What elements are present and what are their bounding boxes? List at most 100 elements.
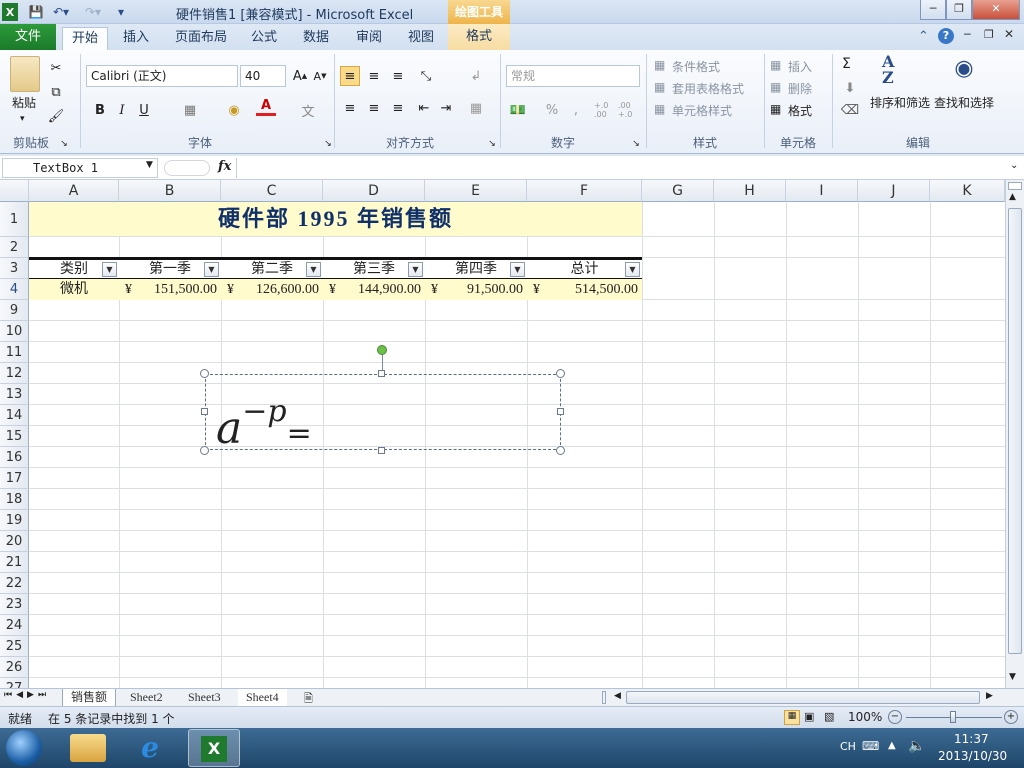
sheet-title-cell[interactable]: 硬件部 1995 年销售额: [29, 202, 642, 236]
excel-taskbar-button[interactable]: X: [188, 729, 240, 767]
start-button[interactable]: [6, 730, 42, 766]
undo-icon[interactable]: ↶▾: [50, 3, 72, 21]
resize-handle-w[interactable]: [201, 408, 208, 415]
row-header-20[interactable]: 20: [0, 531, 29, 552]
fill-color-icon[interactable]: ◉: [224, 100, 244, 120]
select-all-corner[interactable]: [0, 180, 29, 202]
decrease-indent-icon[interactable]: ⇤: [414, 98, 434, 118]
minimize-ribbon-icon[interactable]: ⌃: [918, 29, 929, 44]
tab-page-layout[interactable]: 页面布局: [170, 27, 232, 50]
row-header-10[interactable]: 10: [0, 321, 29, 342]
row-header-21[interactable]: 21: [0, 552, 29, 573]
column-header-g[interactable]: G: [642, 180, 714, 202]
autosum-button[interactable]: Σ: [842, 56, 851, 72]
split-box[interactable]: [1008, 182, 1022, 190]
row-header-16[interactable]: 16: [0, 447, 29, 468]
underline-button[interactable]: U: [134, 100, 154, 120]
tab-split-handle[interactable]: [602, 691, 606, 704]
resize-handle-ne[interactable]: [556, 369, 565, 378]
row-header-17[interactable]: 17: [0, 468, 29, 489]
increase-decimal-button[interactable]: +.0 .00: [594, 100, 618, 120]
insert-cells-button[interactable]: 插入: [788, 58, 812, 75]
number-format-select[interactable]: 常规: [506, 65, 640, 87]
data-cell-q4[interactable]: 91,500.00: [442, 279, 523, 300]
expand-formula-icon[interactable]: ⌄: [1010, 160, 1018, 171]
format-as-table-button[interactable]: 套用表格格式: [672, 80, 744, 97]
percent-button[interactable]: %: [542, 100, 562, 120]
font-name-select[interactable]: Calibri (正文): [86, 65, 238, 87]
scroll-right-icon[interactable]: ▶: [986, 691, 993, 701]
column-header-j[interactable]: J: [858, 180, 930, 202]
data-cell-q3[interactable]: 144,900.00: [340, 279, 421, 300]
filter-dropdown-icon[interactable]: ▼: [510, 262, 525, 277]
italic-button[interactable]: I: [112, 100, 132, 120]
number-launcher-icon[interactable]: ↘: [626, 134, 646, 154]
comma-button[interactable]: ,: [566, 100, 586, 120]
insert-function-button[interactable]: fx: [218, 159, 231, 174]
find-select-button[interactable]: 查找和选择: [934, 94, 994, 111]
align-middle-icon[interactable]: ≡: [364, 66, 384, 86]
normal-view-icon[interactable]: ▦: [784, 710, 800, 725]
decrease-decimal-button[interactable]: .00 +.0: [618, 100, 642, 120]
font-launcher-icon[interactable]: ↘: [318, 134, 338, 154]
sort-filter-button[interactable]: 排序和筛选: [870, 94, 930, 111]
vertical-scrollbar[interactable]: ▲ ▼: [1005, 180, 1024, 688]
column-header-d[interactable]: D: [323, 180, 425, 202]
doc-minimize-icon[interactable]: ─: [964, 28, 971, 41]
filter-dropdown-icon[interactable]: ▼: [408, 262, 423, 277]
name-box[interactable]: TextBox 1: [2, 158, 158, 178]
internet-explorer-icon[interactable]: e: [132, 732, 168, 764]
page-break-view-icon[interactable]: ▧: [824, 710, 834, 723]
merge-center-icon[interactable]: ▦: [466, 98, 486, 118]
resize-handle-s[interactable]: [378, 447, 385, 454]
row-header-22[interactable]: 22: [0, 573, 29, 594]
data-cell-q1[interactable]: 151,500.00: [136, 279, 217, 300]
equation-textbox[interactable]: a−p=: [205, 374, 561, 454]
tab-view[interactable]: 视图: [400, 27, 442, 50]
column-header-i[interactable]: I: [786, 180, 858, 202]
minimize-button[interactable]: ─: [920, 0, 946, 20]
sheet-tab-sales[interactable]: 销售额: [62, 689, 117, 707]
zoom-slider-thumb[interactable]: [950, 711, 956, 723]
excel-logo-icon[interactable]: X: [2, 3, 18, 21]
row-header-27[interactable]: 27: [0, 678, 29, 688]
resize-handle-nw[interactable]: [200, 369, 209, 378]
orientation-icon[interactable]: ⤡: [416, 66, 436, 86]
grow-font-icon[interactable]: A ▲: [290, 66, 310, 86]
cut-icon[interactable]: ✂: [46, 58, 66, 78]
column-header-c[interactable]: C: [221, 180, 323, 202]
column-header-h[interactable]: H: [714, 180, 786, 202]
align-left-icon[interactable]: ≡: [340, 98, 360, 118]
row-header-18[interactable]: 18: [0, 489, 29, 510]
column-header-b[interactable]: B: [119, 180, 221, 202]
wrap-text-icon[interactable]: ↲: [466, 66, 486, 86]
shrink-font-icon[interactable]: A ▼: [310, 66, 330, 86]
font-color-icon[interactable]: A: [256, 98, 276, 116]
formula-input[interactable]: [236, 158, 1008, 178]
align-bottom-icon[interactable]: ≡: [388, 66, 408, 86]
customize-quickaccess-icon[interactable]: ▾: [116, 3, 126, 21]
conditional-format-button[interactable]: 条件格式: [672, 58, 720, 75]
align-top-icon[interactable]: ≡: [340, 66, 360, 86]
filter-dropdown-icon[interactable]: ▼: [102, 262, 117, 277]
bold-button[interactable]: B: [90, 100, 110, 120]
row-header-2[interactable]: 2: [0, 237, 29, 258]
scroll-down-icon[interactable]: ▼: [1009, 672, 1016, 682]
close-button[interactable]: ✕: [972, 0, 1020, 20]
column-header-k[interactable]: K: [930, 180, 1005, 202]
row-header-25[interactable]: 25: [0, 636, 29, 657]
tab-file[interactable]: 文件: [0, 24, 56, 50]
paste-icon[interactable]: [10, 56, 40, 92]
format-painter-icon[interactable]: 🖌: [46, 106, 66, 126]
fill-icon[interactable]: ⬇: [840, 78, 860, 98]
clear-icon[interactable]: ⌫: [840, 100, 860, 120]
keyboard-icon[interactable]: ⌨: [862, 739, 879, 753]
row-header-12[interactable]: 12: [0, 363, 29, 384]
format-cells-button[interactable]: 格式: [788, 102, 812, 119]
worksheet-grid[interactable]: A B C D E F G H I J K 1 2 3 4 9 10 11 12…: [0, 180, 1005, 688]
resize-handle-se[interactable]: [556, 446, 565, 455]
resize-handle-sw[interactable]: [200, 446, 209, 455]
scroll-left-icon[interactable]: ◀: [614, 691, 621, 701]
row-header-15[interactable]: 15: [0, 426, 29, 447]
resize-handle-n[interactable]: [378, 370, 385, 377]
